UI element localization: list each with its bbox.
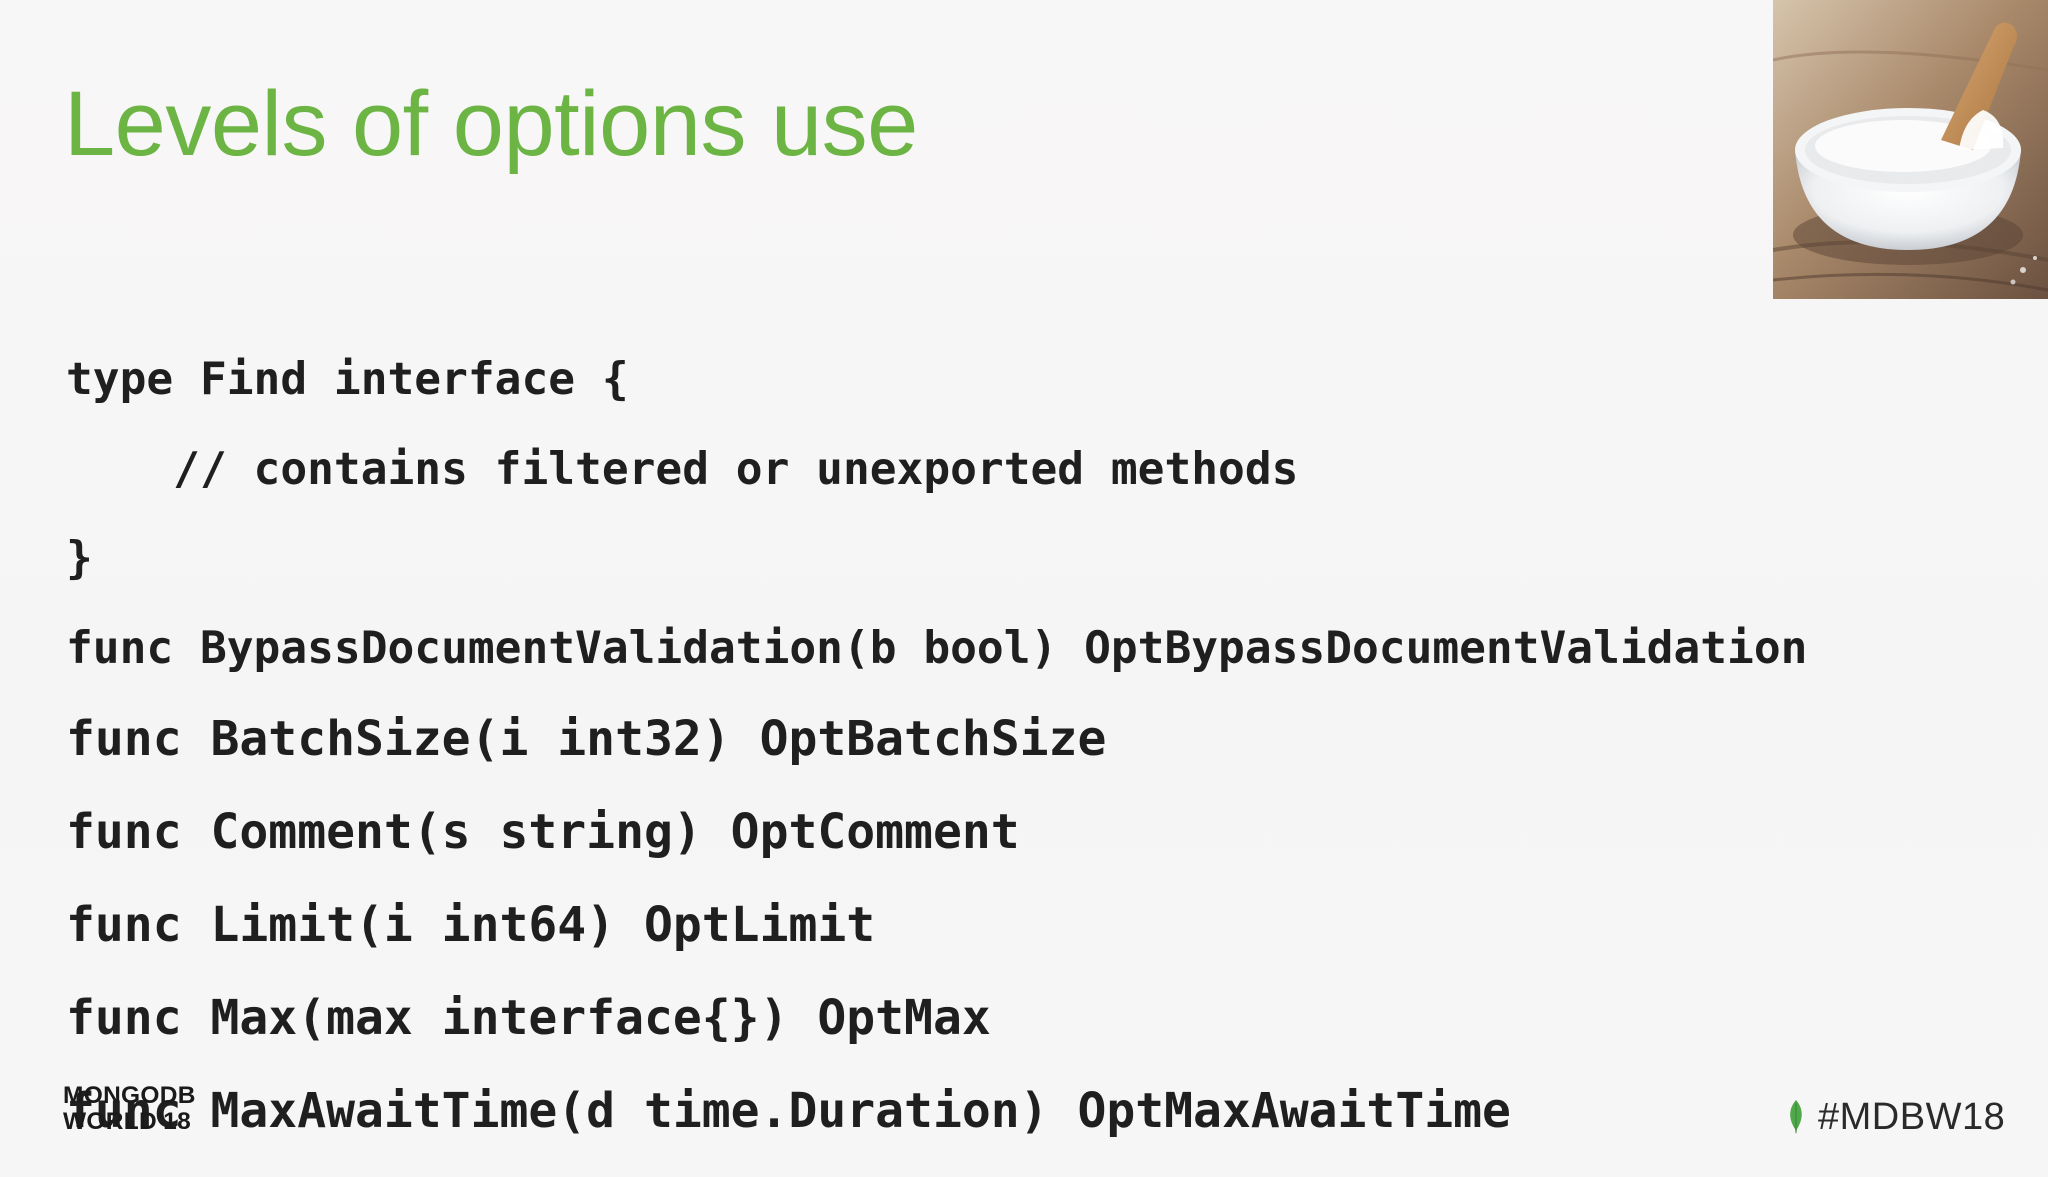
slide-title: Levels of options use xyxy=(64,73,918,175)
logo-line-1: MONGODB xyxy=(63,1082,196,1109)
mongodb-leaf-icon xyxy=(1790,1100,1802,1134)
event-hashtag: #MDBW18 xyxy=(1786,1095,2005,1139)
code-block: type Find interface { // contains filter… xyxy=(66,316,1807,1177)
code-line-comment: // contains filtered or unexported metho… xyxy=(66,443,1299,495)
hashtag-text: #MDBW18 xyxy=(1818,1096,2006,1138)
logo-line-2: WORLD'18 xyxy=(63,1108,192,1135)
code-line-limit: func Limit(i int64) OptLimit xyxy=(66,897,876,953)
code-line-comment-func: func Comment(s string) OptComment xyxy=(66,804,1020,860)
code-line-closing-brace: } xyxy=(66,533,93,584)
code-line-batch-size: func BatchSize(i int32) OptBatchSize xyxy=(66,711,1107,767)
salt-bowl-photo xyxy=(1773,0,2048,299)
code-line-type-decl: type Find interface { xyxy=(66,354,629,405)
code-line-bypass-document-validation: func BypassDocumentValidation(b bool) Op… xyxy=(66,622,1808,674)
code-line-max: func Max(max interface{}) OptMax xyxy=(66,990,991,1046)
slide: Levels of options use type Find interfac… xyxy=(0,0,2048,1152)
salt-bowl-illustration xyxy=(1773,0,2048,299)
mongodb-world-logo: MONGODB WORLD'18 xyxy=(63,1083,196,1135)
code-line-max-await-time: func MaxAwaitTime(d time.Duration) OptMa… xyxy=(66,1083,1511,1139)
